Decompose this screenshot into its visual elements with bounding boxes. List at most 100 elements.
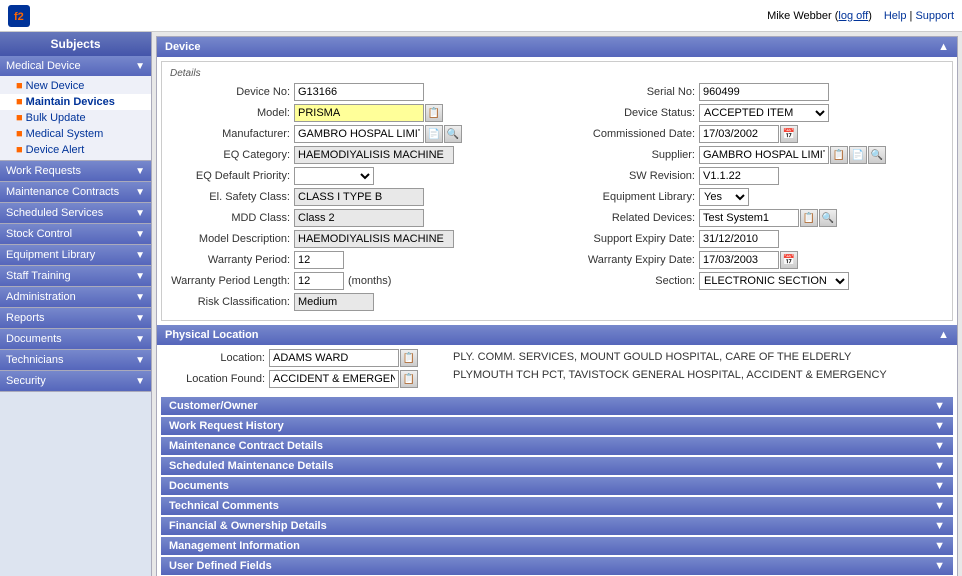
technical-comments-label: Technical Comments (169, 500, 279, 512)
device-panel-title: Device (165, 41, 200, 53)
related-devices-input[interactable] (699, 209, 799, 227)
sidebar-section-header-equipment-library[interactable]: Equipment Library ▼ (0, 245, 151, 265)
location-found-input[interactable] (269, 370, 399, 388)
location-found-description: PLYMOUTH TCH PCT, TAVISTOCK GENERAL HOSP… (453, 367, 949, 385)
warranty-period-length-input[interactable] (294, 272, 344, 290)
work-request-history-label: Work Request History (169, 420, 284, 432)
related-devices-label: Related Devices: (565, 212, 695, 224)
customer-owner-label: Customer/Owner (169, 400, 258, 412)
sidebar-section-header-administration[interactable]: Administration ▼ (0, 287, 151, 307)
sidebar-section-header-technicians[interactable]: Technicians ▼ (0, 350, 151, 370)
help-link[interactable]: Help (884, 10, 907, 22)
device-no-label: Device No: (170, 86, 290, 98)
supplier-search-btn[interactable]: 🔍 (868, 146, 886, 164)
user-defined-fields-section[interactable]: User Defined Fields ▼ (161, 557, 953, 575)
model-row: Model: 📋 (170, 104, 549, 122)
warranty-expiry-calendar-btn[interactable]: 📅 (780, 251, 798, 269)
sw-revision-input[interactable] (699, 167, 779, 185)
manufacturer-input[interactable] (294, 125, 424, 143)
customer-owner-section[interactable]: Customer/Owner ▼ (161, 397, 953, 415)
equipment-library-select[interactable]: Yes No (699, 188, 749, 206)
sidebar-item-new-device[interactable]: ■New Device (0, 78, 151, 94)
logo-2: 2 (18, 11, 24, 23)
supplier-copy-btn[interactable]: 📄 (849, 146, 867, 164)
warranty-expiry-date-input[interactable] (699, 251, 779, 269)
sidebar-section-header-staff-training[interactable]: Staff Training ▼ (0, 266, 151, 286)
physical-location-title: Physical Location (165, 329, 259, 341)
location-input[interactable] (269, 349, 399, 367)
dot-icon: ■ (16, 128, 23, 140)
sidebar-item-bulk-update[interactable]: ■Bulk Update (0, 110, 151, 126)
sidebar-item-device-alert[interactable]: ■Device Alert (0, 142, 151, 158)
device-status-select[interactable]: ACCEPTED ITEM (699, 104, 829, 122)
user-defined-fields-label: User Defined Fields (169, 560, 272, 572)
financial-ownership-details-section[interactable]: Financial & Ownership Details ▼ (161, 517, 953, 535)
warranty-expiry-date-label: Warranty Expiry Date: (565, 254, 695, 266)
support-expiry-date-input[interactable] (699, 230, 779, 248)
manufacturer-search-btn[interactable]: 🔍 (444, 125, 462, 143)
sidebar-section-header-maintenance-contracts[interactable]: Maintenance Contracts ▼ (0, 182, 151, 202)
el-safety-class-row: El. Safety Class: (170, 188, 549, 206)
technical-comments-section[interactable]: Technical Comments ▼ (161, 497, 953, 515)
sidebar-section-equipment-library: Equipment Library ▼ (0, 245, 151, 266)
sidebar-section-header-documents[interactable]: Documents ▼ (0, 329, 151, 349)
documents-section[interactable]: Documents ▼ (161, 477, 953, 495)
physical-location-collapse-icon[interactable]: ▲ (938, 329, 949, 341)
warranty-period-input[interactable] (294, 251, 344, 269)
device-no-input[interactable] (294, 83, 424, 101)
sidebar-section-header-stock-control[interactable]: Stock Control ▼ (0, 224, 151, 244)
model-icon-btn[interactable]: 📋 (425, 104, 443, 122)
model-description-label: Model Description: (170, 233, 290, 245)
user-name: Mike Webber (767, 10, 832, 22)
supplier-input[interactable] (699, 146, 829, 164)
sidebar-section-header-scheduled-services[interactable]: Scheduled Services ▼ (0, 203, 151, 223)
topbar: f2 Mike Webber (log off) Help | Support (0, 0, 962, 32)
warranty-period-unit: (months) (348, 275, 391, 287)
support-link[interactable]: Support (915, 10, 954, 22)
sidebar-item-maintain-devices[interactable]: ■Maintain Devices (0, 94, 151, 110)
commissioned-date-calendar-btn[interactable]: 📅 (780, 125, 798, 143)
expandable-sections: Customer/Owner ▼ Work Request History ▼ … (157, 395, 957, 576)
commissioned-date-input[interactable] (699, 125, 779, 143)
support-expiry-date-row: Support Expiry Date: (565, 230, 944, 248)
logoff-link[interactable]: log off (838, 10, 868, 22)
dot-icon: ■ (16, 144, 23, 156)
sidebar-section-medical-device: Medical Device ▼ ■New Device ■Maintain D… (0, 56, 151, 161)
work-request-history-section[interactable]: Work Request History ▼ (161, 417, 953, 435)
scheduled-maintenance-details-section[interactable]: Scheduled Maintenance Details ▼ (161, 457, 953, 475)
collapse-icon[interactable]: ▲ (938, 41, 949, 53)
manufacturer-row: Manufacturer: 📄 🔍 (170, 125, 549, 143)
eq-default-priority-select[interactable] (294, 167, 374, 185)
sidebar-collapse-arrow-sec: ▼ (135, 376, 145, 387)
model-input[interactable] (294, 104, 424, 122)
right-column: Serial No: Device Status: ACCEPTED ITEM (565, 83, 944, 314)
serial-no-input[interactable] (699, 83, 829, 101)
sidebar-section-header-medical-device[interactable]: Medical Device ▼ (0, 56, 151, 76)
eq-category-label: EQ Category: (170, 149, 290, 161)
management-information-section[interactable]: Management Information ▼ (161, 537, 953, 555)
sidebar-section-header-work-requests[interactable]: Work Requests ▼ (0, 161, 151, 181)
eq-default-priority-label: EQ Default Priority: (170, 170, 290, 182)
location-row: Location: 📋 (165, 349, 445, 367)
model-description-row: Model Description: (170, 230, 549, 248)
section-select[interactable]: ELECTRONIC SECTION (699, 272, 849, 290)
supplier-row: Supplier: 📋 📄 🔍 (565, 146, 944, 164)
sidebar-section-header-security[interactable]: Security ▼ (0, 371, 151, 391)
location-found-browse-btn[interactable]: 📋 (400, 370, 418, 388)
sidebar-item-medical-system[interactable]: ■Medical System (0, 126, 151, 142)
eq-category-row: EQ Category: (170, 146, 549, 164)
warranty-period-label: Warranty Period: (170, 254, 290, 266)
warranty-period-row: Warranty Period: (170, 251, 549, 269)
related-devices-edit-btn[interactable]: 📋 (800, 209, 818, 227)
sidebar-section-header-reports[interactable]: Reports ▼ (0, 308, 151, 328)
equipment-library-row: Equipment Library: Yes No (565, 188, 944, 206)
supplier-doc-btn[interactable]: 📋 (830, 146, 848, 164)
mdd-class-row: MDD Class: (170, 209, 549, 227)
maintenance-contract-details-section[interactable]: Maintenance Contract Details ▼ (161, 437, 953, 455)
manufacturer-doc-btn[interactable]: 📄 (425, 125, 443, 143)
el-safety-class-label: El. Safety Class: (170, 191, 290, 203)
physical-location-panel: Physical Location ▲ Location: 📋 Location… (157, 325, 957, 395)
related-devices-search-btn[interactable]: 🔍 (819, 209, 837, 227)
device-status-label: Device Status: (565, 107, 695, 119)
location-browse-btn[interactable]: 📋 (400, 349, 418, 367)
